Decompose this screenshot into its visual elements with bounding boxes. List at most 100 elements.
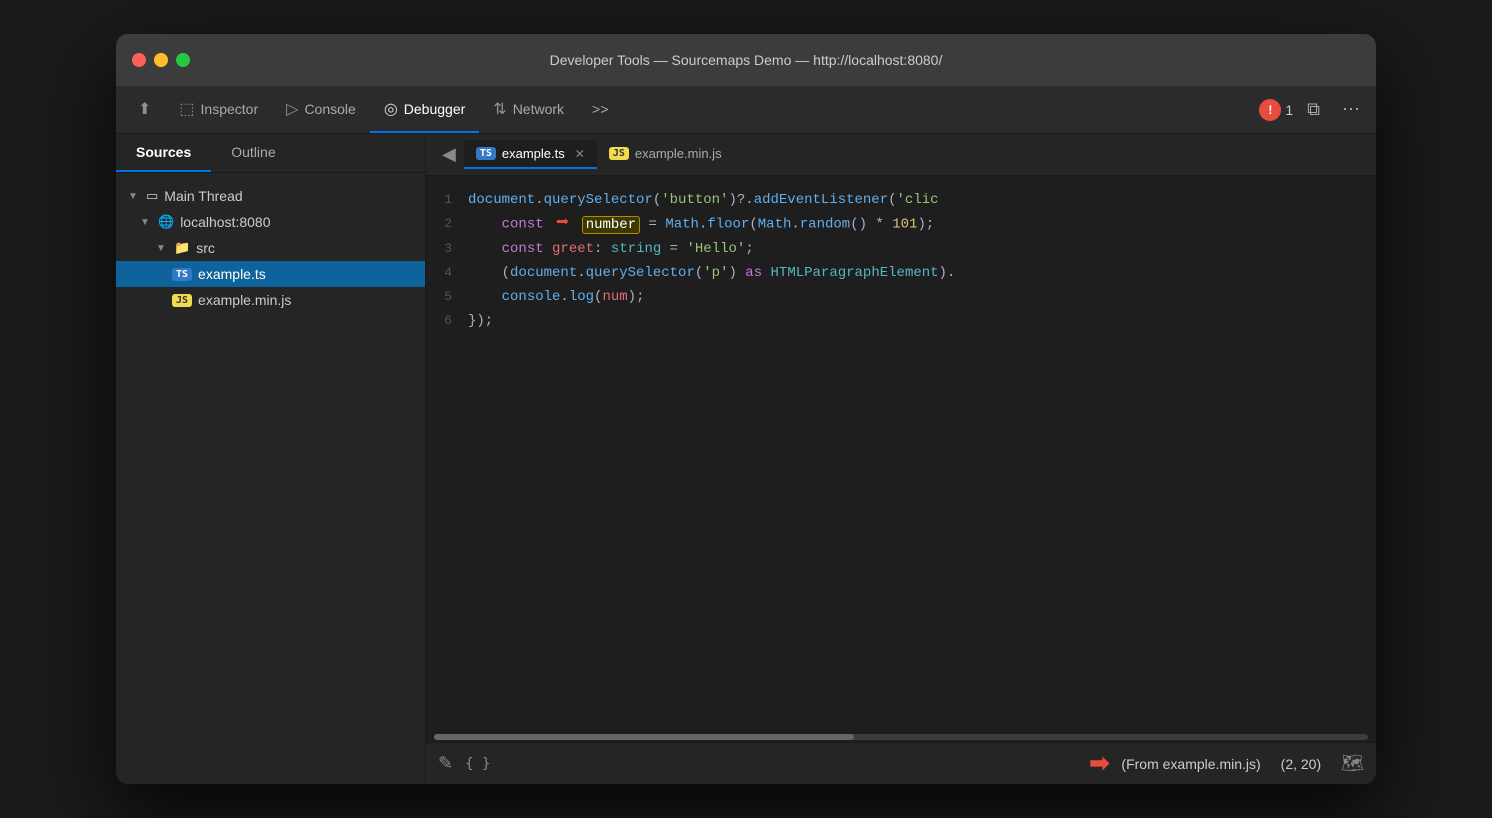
sidebar-tree: ▼ ▭ Main Thread ▼ 🌐 localhost:8080 ▼ 📁 s… [116, 173, 425, 323]
scrollbar-track [434, 734, 1368, 740]
close-button[interactable] [132, 53, 146, 67]
line-content-4: (document.querySelector('p') as HTMLPara… [468, 261, 1376, 285]
error-indicator[interactable]: ! 1 [1259, 99, 1293, 121]
tree-main-thread[interactable]: ▼ ▭ Main Thread [116, 183, 425, 209]
tree-file-example-min-js[interactable]: JS example.min.js [116, 287, 425, 313]
sidebar-tabs: Sources Outline [116, 134, 425, 173]
line-content-3: const greet: string = 'Hello'; [468, 237, 1376, 261]
red-arrow-line2: ➡ [556, 212, 569, 236]
console-icon: ▷ [286, 99, 298, 119]
tab-debugger-label: Debugger [404, 101, 466, 117]
javascript-badge: JS [172, 294, 192, 307]
inspector-icon: ⬚ [179, 99, 194, 119]
typescript-badge: TS [172, 268, 192, 281]
pointer-icon: ⬆ [138, 99, 151, 119]
line-content-6: }); [468, 309, 1376, 333]
tab-network-label: Network [513, 101, 564, 117]
editor-tab-ts-label: example.ts [502, 146, 565, 161]
line-number-5: 5 [426, 285, 468, 309]
tab-more[interactable]: >> [578, 86, 622, 133]
main-content: Sources Outline ▼ ▭ Main Thread ▼ 🌐 loca [116, 134, 1376, 784]
window-title: Developer Tools — Sourcemaps Demo — http… [550, 52, 943, 68]
line-content-5: console.log(num); [468, 285, 1376, 309]
tree-src-folder[interactable]: ▼ 📁 src [116, 235, 425, 261]
horizontal-scrollbar[interactable] [426, 732, 1376, 742]
editor-tab-example-ts[interactable]: TS example.ts ✕ [464, 140, 597, 169]
error-count: 1 [1285, 102, 1293, 118]
tab-inspector-label: Inspector [201, 101, 259, 117]
format-icon[interactable]: ✎ [438, 753, 453, 774]
sidebar: Sources Outline ▼ ▭ Main Thread ▼ 🌐 loca [116, 134, 426, 784]
chevron-down-icon: ▼ [140, 217, 152, 228]
code-line-2: 2 const ➡ number = Math.floor(Math.rando… [426, 212, 1376, 237]
line-number-4: 4 [426, 261, 468, 285]
tab-console-label: Console [304, 101, 355, 117]
status-bar: ✎ { } ➡ (From example.min.js) (2, 20) 🗺 [426, 742, 1376, 784]
error-icon: ! [1268, 103, 1272, 117]
code-line-4: 4 (document.querySelector('p') as HTMLPa… [426, 261, 1376, 285]
editor-tab-js-label: example.min.js [635, 146, 722, 161]
sidebar-tab-sources[interactable]: Sources [116, 134, 211, 172]
error-badge: ! [1259, 99, 1281, 121]
tab-bar: ⬆ ⬚ Inspector ▷ Console ◎ Debugger ⇅ Net… [116, 86, 1376, 134]
more-options-icon: ⋯ [1342, 99, 1360, 119]
main-thread-label: Main Thread [164, 188, 242, 204]
braces-icon[interactable]: { } [465, 756, 490, 772]
line-number-3: 3 [426, 237, 468, 261]
debugger-icon: ◎ [384, 99, 398, 119]
highlighted-word: number [582, 216, 640, 234]
responsive-icon: ⧉ [1307, 99, 1320, 119]
close-tab-button[interactable]: ✕ [575, 147, 585, 161]
tab-bar-right: ! 1 ⧉ ⋯ [1259, 86, 1368, 133]
folder-icon: 📁 [174, 240, 190, 256]
source-map-text: (From example.min.js) [1121, 756, 1260, 772]
collapse-icon: ◀ [442, 144, 456, 164]
line-content-2: const ➡ number = Math.floor(Math.random(… [468, 212, 1376, 237]
globe-icon: 🌐 [158, 214, 174, 230]
editor-tabs: ◀ TS example.ts ✕ JS example.min.js [426, 134, 1376, 176]
line-number-2: 2 [426, 212, 468, 236]
thread-icon: ▭ [146, 188, 158, 204]
more-tabs-label: >> [592, 101, 608, 117]
red-arrow-status: ➡ [1089, 749, 1109, 778]
localhost-label: localhost:8080 [180, 214, 270, 230]
chevron-down-icon: ▼ [128, 191, 140, 202]
tree-localhost[interactable]: ▼ 🌐 localhost:8080 [116, 209, 425, 235]
scrollbar-thumb [434, 734, 854, 740]
maximize-button[interactable] [176, 53, 190, 67]
source-coords: (2, 20) [1281, 756, 1321, 772]
minimize-button[interactable] [154, 53, 168, 67]
tab-console[interactable]: ▷ Console [272, 86, 370, 133]
code-line-6: 6 }); [426, 309, 1376, 333]
sidebar-tab-outline[interactable]: Outline [211, 134, 295, 172]
sources-label: Sources [136, 144, 191, 160]
more-options-button[interactable]: ⋯ [1334, 95, 1368, 124]
outline-label: Outline [231, 144, 275, 160]
title-bar: Developer Tools — Sourcemaps Demo — http… [116, 34, 1376, 86]
network-icon: ⇅ [493, 99, 506, 119]
line-number-6: 6 [426, 309, 468, 333]
collapse-sidebar-button[interactable]: ◀ [434, 140, 464, 169]
chevron-down-icon: ▼ [156, 243, 168, 254]
tree-file-example-ts[interactable]: TS example.ts [116, 261, 425, 287]
src-label: src [196, 240, 215, 256]
example-ts-label: example.ts [198, 266, 266, 282]
devtools-window: Developer Tools — Sourcemaps Demo — http… [116, 34, 1376, 784]
sourcemap-icon[interactable]: 🗺 [1341, 753, 1364, 774]
code-line-1: 1 document.querySelector('button')?.addE… [426, 188, 1376, 212]
tab-debugger[interactable]: ◎ Debugger [370, 86, 479, 133]
code-line-5: 5 console.log(num); [426, 285, 1376, 309]
code-area[interactable]: 1 document.querySelector('button')?.addE… [426, 176, 1376, 732]
code-line-3: 3 const greet: string = 'Hello'; [426, 237, 1376, 261]
ts-tab-badge: TS [476, 147, 496, 160]
js-tab-badge: JS [609, 147, 629, 160]
editor-tab-example-min-js[interactable]: JS example.min.js [597, 140, 734, 169]
example-min-js-label: example.min.js [198, 292, 291, 308]
editor-area: ◀ TS example.ts ✕ JS example.min.js 1 do… [426, 134, 1376, 784]
tab-network[interactable]: ⇅ Network [479, 86, 578, 133]
responsive-design-button[interactable]: ⧉ [1299, 95, 1328, 124]
tab-inspector[interactable]: ⬚ Inspector [165, 86, 272, 133]
line-number-1: 1 [426, 188, 468, 212]
tab-pointer[interactable]: ⬆ [124, 86, 165, 133]
traffic-lights [132, 53, 190, 67]
